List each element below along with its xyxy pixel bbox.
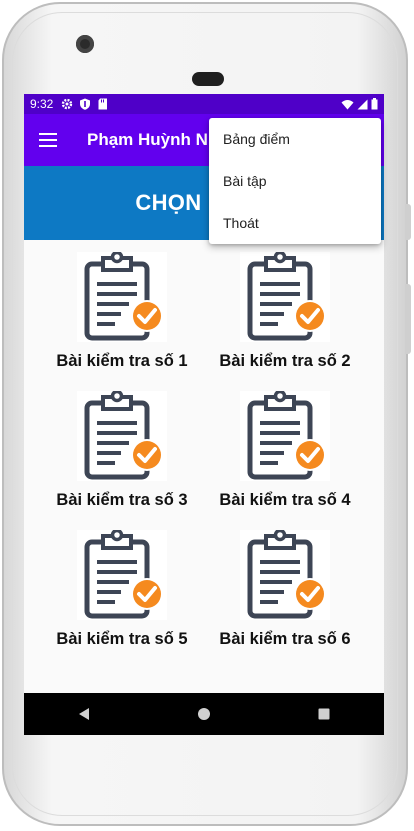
quiz-label: Bài kiểm tra số 4 [219, 491, 351, 509]
front-camera [76, 35, 94, 53]
quiz-label: Bài kiểm tra số 3 [56, 491, 188, 509]
quiz-item-2[interactable]: Bài kiểm tra số 2 [205, 252, 365, 371]
quiz-item-5[interactable]: Bài kiểm tra số 5 [42, 530, 202, 649]
clipboard-check-icon [77, 252, 167, 342]
menu-item-exercises[interactable]: Bài tập [209, 160, 381, 202]
volume-button [405, 204, 411, 240]
recents-icon[interactable] [304, 694, 344, 734]
quiz-label: Bài kiểm tra số 2 [219, 352, 351, 370]
clipboard-check-icon [77, 530, 167, 620]
sd-card-icon [97, 98, 109, 110]
quiz-item-6[interactable]: Bài kiểm tra số 6 [205, 530, 365, 649]
quiz-label: Bài kiểm tra số 1 [56, 352, 188, 370]
earpiece-speaker [192, 72, 224, 86]
wifi-icon [341, 99, 354, 109]
shield-icon [79, 98, 91, 110]
home-icon[interactable] [184, 694, 224, 734]
clipboard-check-icon [240, 252, 330, 342]
overflow-menu: Bảng điểm Bài tập Thoát [209, 118, 381, 244]
menu-item-scores[interactable]: Bảng điểm [209, 118, 381, 160]
battery-icon [371, 98, 378, 110]
gear-icon [61, 98, 73, 110]
quiz-item-4[interactable]: Bài kiểm tra số 4 [205, 391, 365, 510]
menu-item-exit[interactable]: Thoát [209, 202, 381, 244]
status-bar: 9:32 [24, 94, 384, 114]
power-button [405, 284, 411, 354]
back-icon[interactable] [64, 694, 104, 734]
quiz-item-3[interactable]: Bài kiểm tra số 3 [42, 391, 202, 510]
quiz-item-1[interactable]: Bài kiểm tra số 1 [42, 252, 202, 371]
status-right-icons [341, 98, 378, 110]
quiz-label: Bài kiểm tra số 6 [219, 630, 351, 648]
status-time: 9:32 [30, 97, 54, 111]
app-title: Phạm Huỳnh Nh [87, 130, 219, 149]
hamburger-menu-icon[interactable] [24, 133, 72, 147]
clipboard-check-icon [77, 391, 167, 481]
system-nav-bar [24, 693, 384, 735]
clipboard-check-icon [240, 391, 330, 481]
quiz-label: Bài kiểm tra số 5 [56, 630, 188, 648]
signal-icon [357, 99, 368, 109]
clipboard-check-icon [240, 530, 330, 620]
